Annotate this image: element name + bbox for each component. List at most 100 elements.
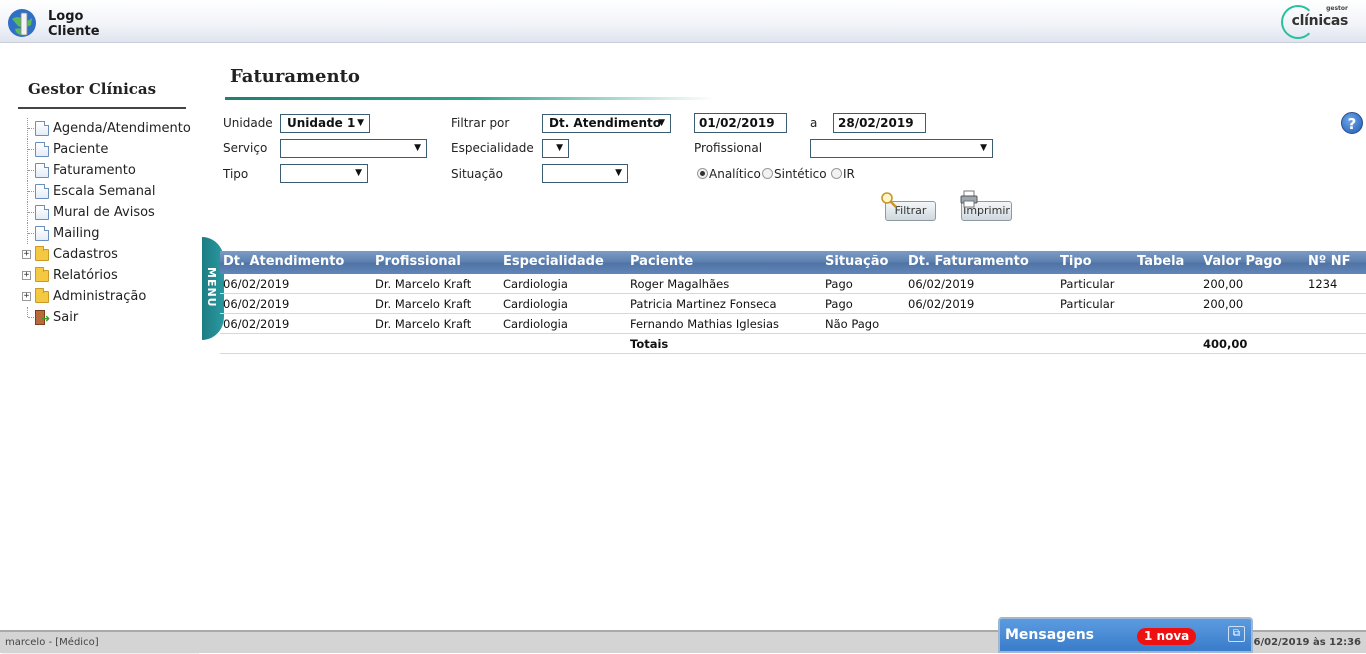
sidebar-item-paciente[interactable]: Paciente [22,139,202,160]
chevron-down-icon: ▼ [556,143,563,153]
profissional-select[interactable]: ▼ [810,139,993,158]
document-icon [35,184,49,199]
sidebar-item-label: Sair [53,310,79,325]
radio-analitico[interactable]: Analítico [697,167,761,181]
expand-icon[interactable]: + [22,250,31,259]
tree-connector [28,233,34,234]
table-cell: 200,00 [1203,297,1244,311]
popout-icon[interactable]: ⧉ [1228,626,1245,642]
column-header[interactable]: Tabela [1137,254,1184,269]
sidebar: Gestor Clínicas Agenda/Atendimento Pacie… [0,43,202,654]
expand-icon[interactable]: + [22,292,31,301]
document-icon [35,142,49,157]
especialidade-label: Especialidade [451,141,534,155]
column-header[interactable]: Especialidade [503,254,604,269]
messages-title: Mensagens [1005,627,1094,643]
sidebar-item-escala-semanal[interactable]: Escala Semanal [22,181,202,202]
sidebar-item-cadastros[interactable]: + Cadastros [22,244,202,265]
client-logo-text: Logo Cliente [48,9,100,39]
table-cell: 06/02/2019 [223,297,290,311]
column-header[interactable]: Nº NF [1308,254,1351,269]
table-cell: 06/02/2019 [223,317,290,331]
sidebar-item-relatorios[interactable]: + Relatórios [22,265,202,286]
date-to-input[interactable]: 28/02/2019 [833,113,926,133]
table-row[interactable]: 06/02/2019 Dr. Marcelo Kraft Cardiologia… [220,294,1366,314]
sidebar-item-mural-de-avisos[interactable]: Mural de Avisos [22,202,202,223]
sidebar-item-label: Administração [53,289,147,304]
sidebar-item-label: Agenda/Atendimento [53,121,191,136]
table-cell: Fernando Mathias Iglesias [630,317,780,331]
printer-icon [960,190,978,208]
radio-unselected-icon [831,168,842,179]
column-header[interactable]: Profissional [375,254,461,269]
help-icon[interactable]: ? [1341,112,1363,134]
table-cell: 06/02/2019 [908,277,975,291]
tree-connector [28,191,34,192]
logo-line-2: Cliente [48,24,100,39]
folder-icon [35,267,49,282]
table-cell: Cardiologia [503,277,568,291]
column-header[interactable]: Dt. Atendimento [223,254,344,269]
sidebar-item-administracao[interactable]: + Administração [22,286,202,307]
date-range-separator: a [810,116,818,130]
sidebar-item-label: Faturamento [53,163,136,178]
radio-ir[interactable]: IR [831,167,855,181]
radio-sintetico-label: Sintético [774,167,827,181]
table-cell: Dr. Marcelo Kraft [375,317,472,331]
folder-icon [35,288,49,303]
table-cell: Pago [825,277,853,291]
filtrar-por-select[interactable]: Dt. Atendimento ▼ [542,114,671,133]
table-cell: Não Pago [825,317,880,331]
filtrar-button[interactable]: Filtrar [881,192,936,221]
totals-label: Totais [630,337,669,351]
column-header[interactable]: Paciente [630,254,693,269]
table-cell: Pago [825,297,853,311]
date-from-input[interactable]: 01/02/2019 [694,113,787,133]
chevron-down-icon: ▼ [414,143,421,153]
tipo-select[interactable]: ▼ [280,164,368,183]
globe-logo-icon [8,9,36,37]
unidade-select[interactable]: Unidade 1 ▼ [280,114,370,133]
table-cell: Cardiologia [503,297,568,311]
brand-logo: gestor clínicas [1281,4,1352,40]
column-header[interactable]: Tipo [1060,254,1092,269]
sidebar-item-faturamento[interactable]: Faturamento [22,160,202,181]
messages-panel[interactable]: Mensagens 1 nova ⧉ [998,617,1253,653]
tree-connector [28,149,34,150]
menu-tab-label: MENU [205,267,218,308]
totals-value: 400,00 [1203,337,1248,351]
unidade-label: Unidade [223,116,273,130]
expand-icon[interactable]: + [22,271,31,280]
imprimir-button[interactable]: Imprimir [960,190,1012,221]
table-cell: 200,00 [1203,277,1244,291]
billing-table: Dt. Atendimento Profissional Especialida… [220,251,1366,354]
document-icon [35,205,49,220]
especialidade-select[interactable]: ▼ [542,139,569,158]
tree-connector [28,317,34,318]
document-icon [35,121,49,136]
table-header: Dt. Atendimento Profissional Especialida… [220,251,1366,274]
radio-selected-icon [697,168,708,179]
table-row[interactable]: 06/02/2019 Dr. Marcelo Kraft Cardiologia… [220,314,1366,334]
tree-connector [28,128,34,129]
sidebar-item-label: Mural de Avisos [53,205,155,220]
column-header[interactable]: Valor Pago [1203,254,1282,269]
sidebar-title: Gestor Clínicas [28,80,157,98]
table-row[interactable]: 06/02/2019 Dr. Marcelo Kraft Cardiologia… [220,274,1366,294]
tree-connector [28,170,34,171]
sidebar-item-agenda[interactable]: Agenda/Atendimento [22,118,202,139]
column-header[interactable]: Situação [825,254,888,269]
title-underline [225,97,715,100]
table-cell: 06/02/2019 [908,297,975,311]
folder-icon [35,246,49,261]
sidebar-item-sair[interactable]: Sair [22,307,202,329]
sidebar-item-mailing[interactable]: Mailing [22,223,202,244]
column-header[interactable]: Dt. Faturamento [908,254,1029,269]
radio-sintetico[interactable]: Sintético [762,167,827,181]
situacao-select[interactable]: ▼ [542,164,628,183]
table-cell: Particular [1060,297,1115,311]
table-cell: Particular [1060,277,1115,291]
filtrar-button-label: Filtrar [894,204,927,217]
document-icon [35,163,49,178]
servico-select[interactable]: ▼ [280,139,427,158]
